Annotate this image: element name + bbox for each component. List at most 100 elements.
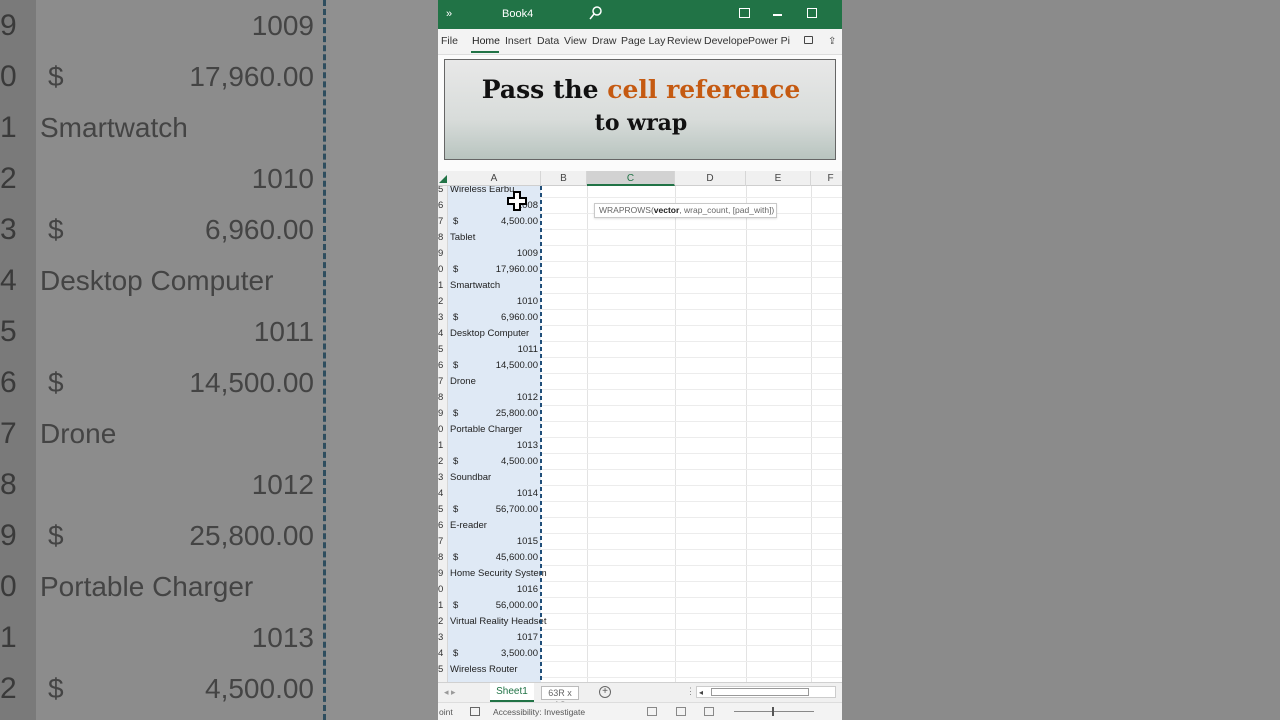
cell-text[interactable]: Smartwatch [450,278,500,294]
tab-file[interactable]: File [441,35,458,47]
tab-view[interactable]: View [564,35,587,47]
cell-number[interactable]: 1014 [448,486,538,502]
row-number[interactable]: 7 [438,534,447,550]
cell-number[interactable]: 1011 [448,342,538,358]
row-number[interactable]: 8 [438,230,447,246]
row-number[interactable]: 6 [438,518,447,534]
row-number[interactable]: 1 [438,438,447,454]
share-icon[interactable]: ⇪ [828,36,837,47]
table-row[interactable]: 8 $45,600.00 [438,550,842,566]
tab-home[interactable]: Home [472,35,500,47]
table-row[interactable]: 2 Virtual Reality Headset [438,614,842,630]
cell-currency[interactable]: 25,800.00 [448,406,538,422]
maximize-button[interactable] [807,8,817,18]
sheet-nav-arrows-icon[interactable]: ◂ ▸ [444,687,456,698]
table-row[interactable]: 3 Soundbar [438,470,842,486]
row-number[interactable]: 4 [438,486,447,502]
search-icon[interactable] [589,5,603,21]
row-number[interactable]: 5 [438,502,447,518]
tab-developer[interactable]: Developе [704,35,748,47]
cell-number[interactable]: 1015 [448,534,538,550]
table-row[interactable]: 1 Smartwatch [438,278,842,294]
zoom-slider[interactable] [734,711,814,712]
cell-currency[interactable]: 3,500.00 [448,646,538,662]
table-row[interactable]: 5 Wireless Earbu [438,186,842,198]
cell-text[interactable]: Desktop Computer [450,326,529,342]
table-row[interactable]: 9 Home Security System [438,566,842,582]
row-number[interactable]: 8 [438,390,447,406]
column-header-c[interactable]: C [587,171,675,186]
table-row[interactable]: 0 $17,960.00 [438,262,842,278]
scroll-left-icon[interactable]: ◂ [699,688,703,697]
row-number[interactable]: 9 [438,406,447,422]
page-layout-view-icon[interactable] [676,707,686,716]
minimize-button[interactable] [773,14,782,16]
column-header-e[interactable]: E [746,171,811,186]
select-all-button[interactable] [438,171,448,186]
cell-text[interactable]: Virtual Reality Headset [450,614,546,630]
cell-number[interactable]: 1009 [448,246,538,262]
table-row[interactable]: 9 $25,800.00 [438,406,842,422]
quick-access-more-button[interactable]: » [446,8,452,20]
zoom-slider-knob[interactable] [772,707,774,716]
table-row[interactable]: 5 Wireless Router [438,662,842,678]
cell-currency[interactable]: 14,500.00 [448,358,538,374]
cell-currency[interactable]: 4,500.00 [448,454,538,470]
add-sheet-button[interactable]: + [599,686,611,698]
row-number[interactable]: 6 [438,198,447,214]
tab-data[interactable]: Data [537,35,559,47]
row-number[interactable]: 5 [438,342,447,358]
row-number[interactable]: 0 [438,582,447,598]
cell-text[interactable]: Tablet [450,230,475,246]
table-row[interactable]: 7 1015 [438,534,842,550]
row-number[interactable]: 5 [438,662,447,678]
row-number[interactable]: 2 [438,294,447,310]
row-number[interactable]: 0 [438,422,447,438]
cell-number[interactable]: 1017 [448,630,538,646]
table-row[interactable]: 6 E-reader [438,518,842,534]
table-row[interactable]: 4 $3,500.00 [438,646,842,662]
tab-insert[interactable]: Insert [505,35,531,47]
cell-text[interactable]: Drone [450,374,476,390]
tab-page-layout[interactable]: Page Lay [621,35,665,47]
cell-currency[interactable]: 56,000.00 [448,598,538,614]
column-header-f[interactable]: F [811,171,842,186]
cell-text[interactable]: Portable Charger [450,422,522,438]
column-header-b[interactable]: B [541,171,587,186]
tab-draw[interactable]: Draw [592,35,617,47]
table-row[interactable]: 1 1013 [438,438,842,454]
cell-currency[interactable]: 56,700.00 [448,502,538,518]
cell-currency[interactable]: 45,600.00 [448,550,538,566]
row-number[interactable]: 7 [438,214,447,230]
cell-number[interactable]: 1016 [448,582,538,598]
row-number[interactable]: 6 [438,358,447,374]
table-row[interactable]: 1 $56,000.00 [438,598,842,614]
table-row[interactable]: 8 Tablet [438,230,842,246]
horizontal-scrollbar[interactable]: ◂ [696,686,836,698]
ribbon-display-icon[interactable] [739,8,750,18]
row-number[interactable]: 4 [438,326,447,342]
cell-currency[interactable]: 6,960.00 [448,310,538,326]
row-number[interactable]: 3 [438,310,447,326]
comments-icon[interactable] [804,36,813,44]
cell-text[interactable]: Soundbar [450,470,491,486]
scrollbar-splitter-icon[interactable]: ⋮ [686,686,695,697]
table-row[interactable]: 4 1014 [438,486,842,502]
cell-currency[interactable]: 17,960.00 [448,262,538,278]
table-row[interactable]: 2 $4,500.00 [438,454,842,470]
table-row[interactable]: 2 1010 [438,294,842,310]
table-row[interactable]: 4 Desktop Computer [438,326,842,342]
macro-record-icon[interactable] [470,707,480,716]
row-number[interactable]: 1 [438,598,447,614]
row-number[interactable]: 7 [438,374,447,390]
tab-power-pivot[interactable]: Power Pi [748,35,790,47]
row-number[interactable]: 8 [438,550,447,566]
table-row[interactable]: 3 1017 [438,630,842,646]
table-row[interactable]: 9 1009 [438,246,842,262]
table-row[interactable]: 0 1016 [438,582,842,598]
cell-text[interactable]: Wireless Earbu [450,186,514,198]
row-number[interactable]: 3 [438,470,447,486]
normal-view-icon[interactable] [647,707,657,716]
cell-text[interactable]: Home Security System [450,566,547,582]
cell-currency[interactable]: 4,500.00 [448,214,538,230]
